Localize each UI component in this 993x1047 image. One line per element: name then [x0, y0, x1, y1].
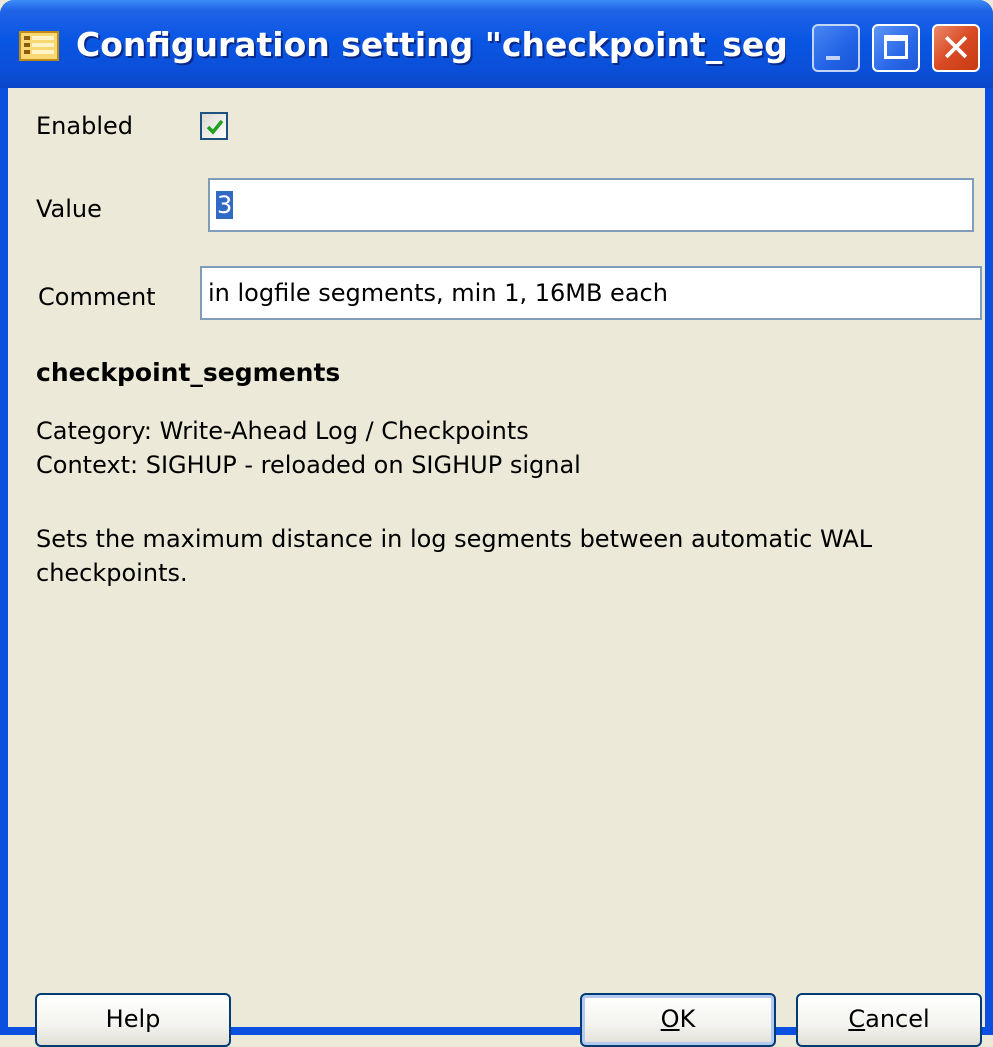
category-text: Category: Write-Ahead Log / Checkpoints — [36, 417, 529, 445]
cancel-mnemonic: C — [848, 1005, 866, 1033]
comment-text: in logfile segments, min 1, 16MB each — [208, 279, 668, 307]
comment-label: Comment — [38, 283, 156, 311]
minimize-icon — [826, 56, 840, 60]
minimize-button[interactable] — [812, 24, 860, 72]
close-button[interactable]: ✕ — [932, 24, 980, 72]
help-label: Help — [105, 1005, 161, 1033]
maximize-button[interactable] — [872, 24, 920, 72]
ok-label: K — [679, 1005, 696, 1033]
ok-button[interactable]: OK — [580, 993, 776, 1047]
value-text: 3 — [216, 191, 234, 219]
config-dialog: Configuration setting "checkpoint_segme.… — [0, 0, 993, 1047]
maximize-icon — [884, 35, 908, 59]
close-icon: ✕ — [940, 26, 972, 70]
window-title: Configuration setting "checkpoint_segme.… — [76, 25, 786, 64]
cancel-label: ancel — [865, 1005, 930, 1033]
config-icon — [18, 30, 60, 62]
setting-name: checkpoint_segments — [36, 358, 341, 387]
value-label: Value — [36, 195, 102, 223]
checkmark-icon — [206, 119, 224, 135]
description-line-1: Sets the maximum distance in log segment… — [36, 525, 873, 553]
title-bar[interactable]: Configuration setting "checkpoint_segme.… — [0, 0, 993, 88]
cancel-button[interactable]: Cancel — [796, 993, 982, 1047]
ok-mnemonic: O — [660, 1005, 680, 1033]
enabled-checkbox[interactable] — [200, 112, 228, 140]
value-input[interactable]: 3 — [208, 178, 974, 232]
enabled-label: Enabled — [36, 112, 133, 140]
help-button[interactable]: Help — [35, 993, 231, 1047]
context-text: Context: SIGHUP - reloaded on SIGHUP sig… — [36, 451, 581, 479]
comment-input[interactable]: in logfile segments, min 1, 16MB each — [200, 266, 982, 320]
description-line-2: checkpoints. — [36, 559, 188, 587]
